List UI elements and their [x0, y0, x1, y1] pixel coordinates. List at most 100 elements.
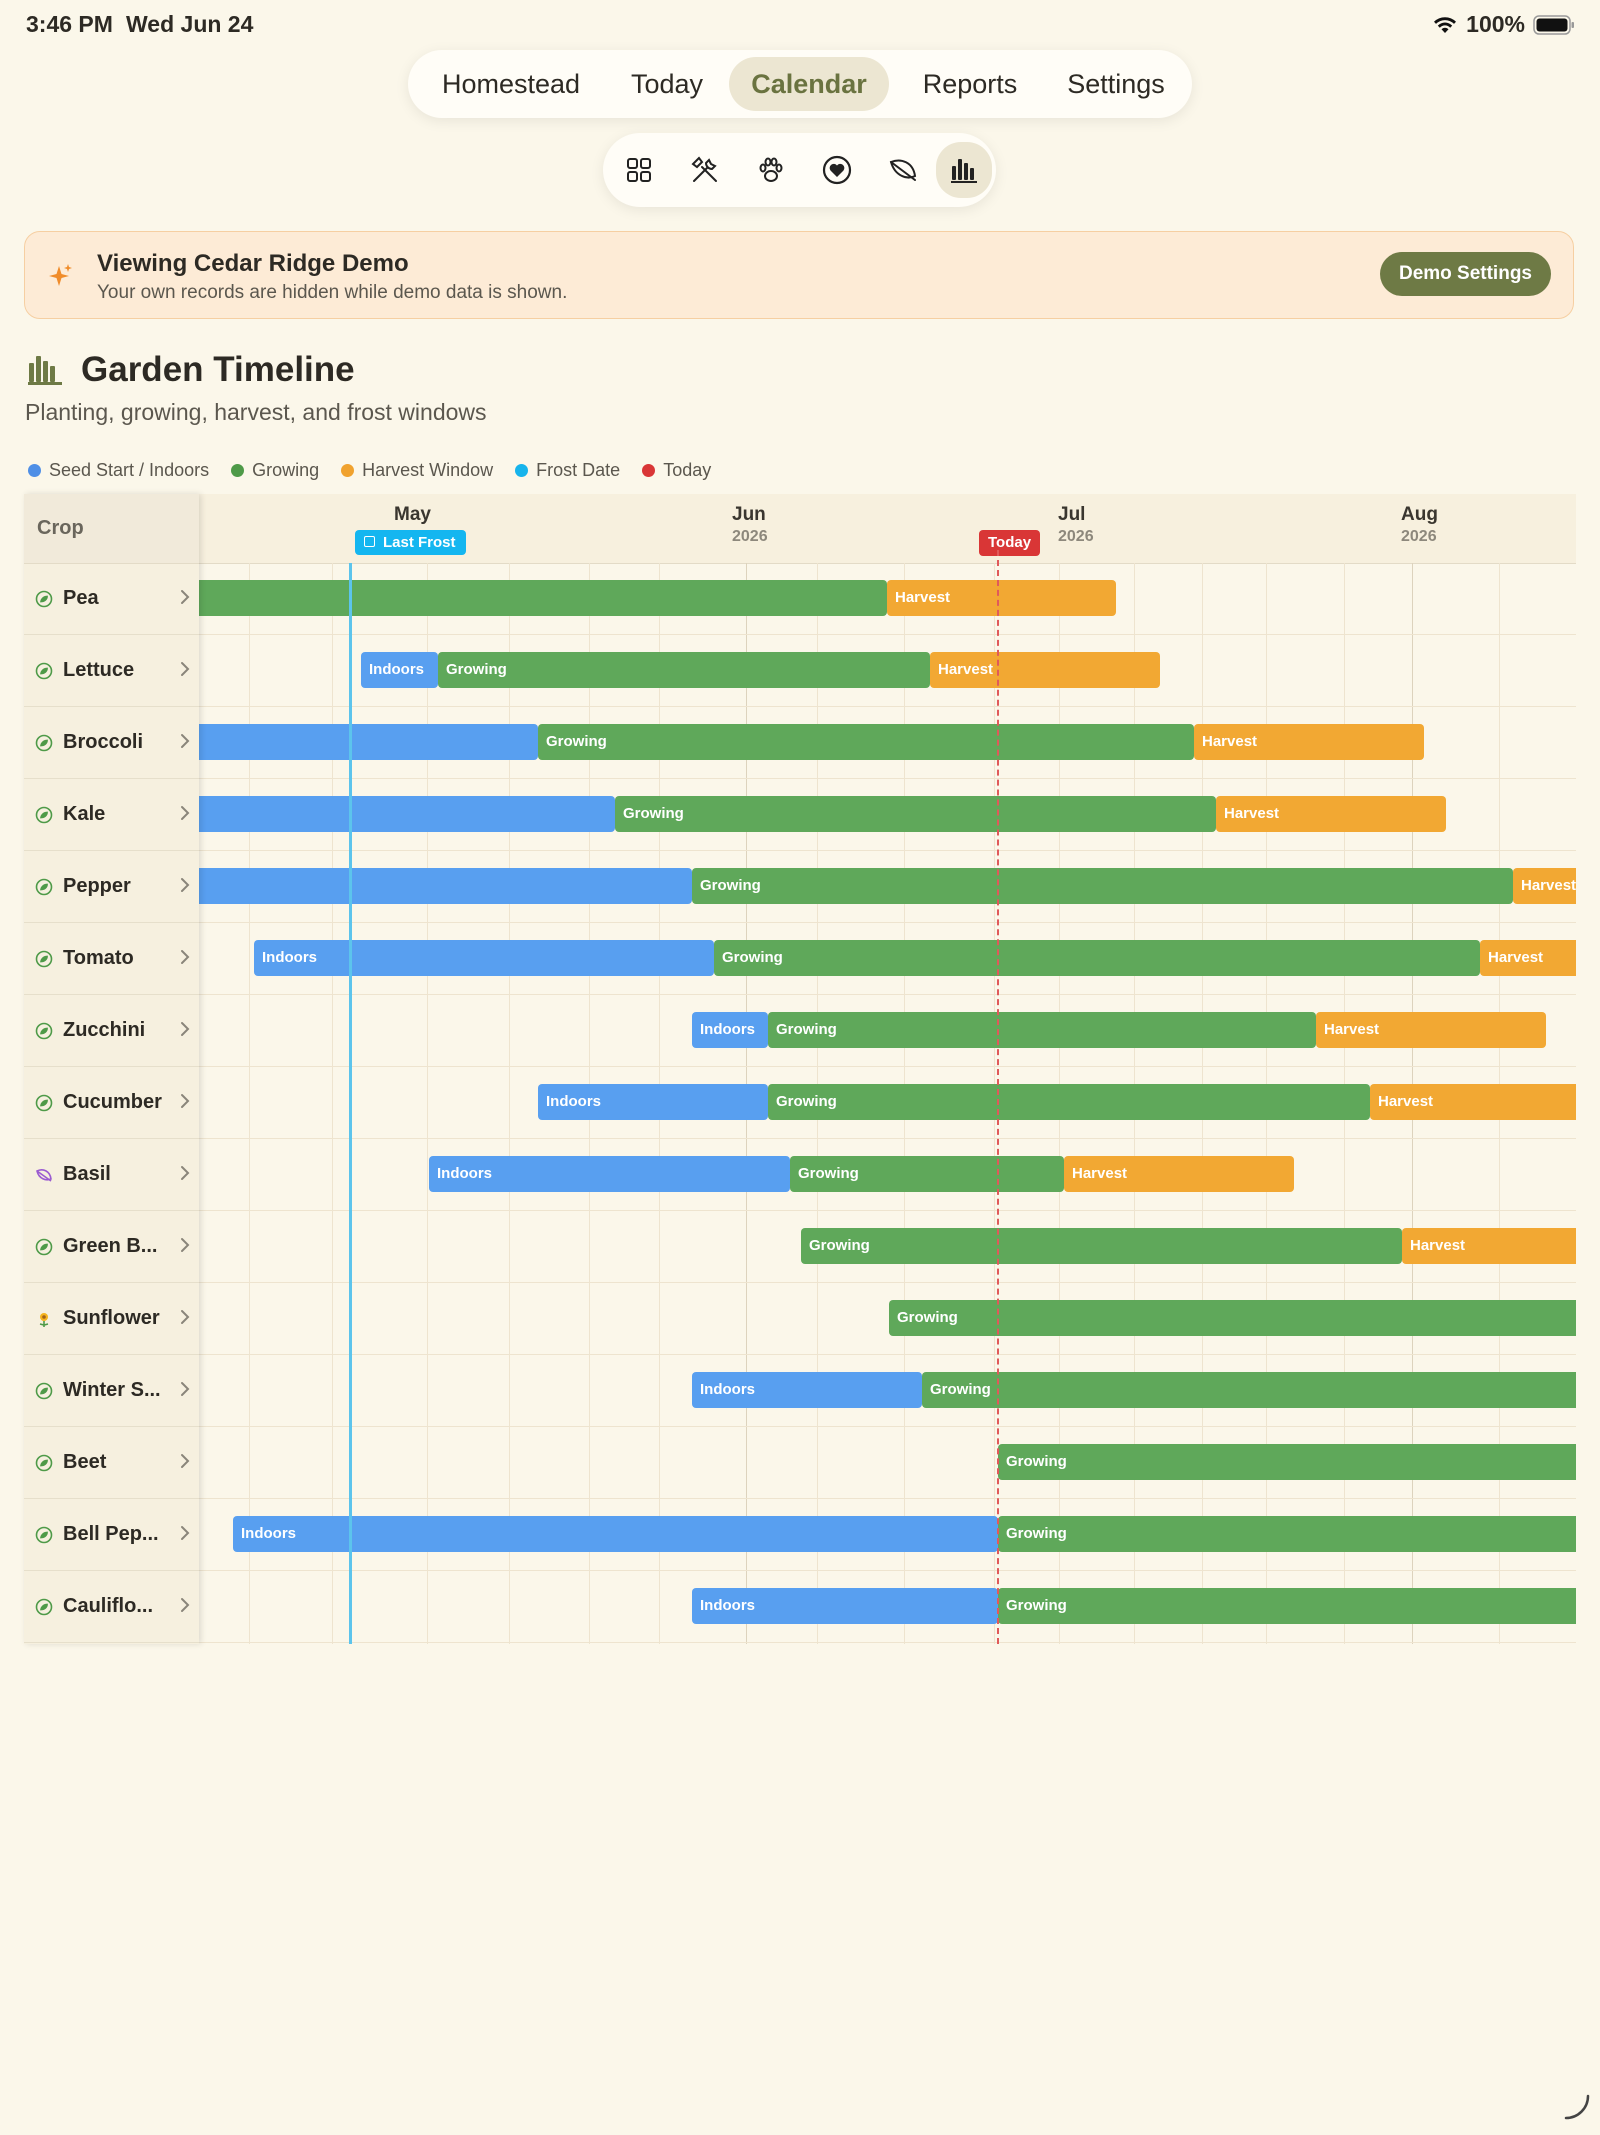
indoors-bar[interactable]: Indoors [692, 1012, 768, 1048]
harvest-bar[interactable]: Harvest [930, 652, 1160, 688]
frost-date-line [349, 563, 352, 1644]
indoors-bar[interactable]: Indoors [692, 1372, 922, 1408]
month-label: Aug [1401, 504, 1438, 525]
chevron-right-icon [179, 732, 191, 755]
indoors-bar[interactable]: Indoors [361, 652, 438, 688]
garden-timeline: Crop Pea Lettuce Broccoli Kale Pepper Tomato Z… [24, 494, 1576, 1644]
tab-homestead[interactable]: Homestead [422, 57, 600, 111]
growing-bar[interactable]: Growing [790, 1156, 1064, 1192]
harvest-bar[interactable]: Harvest [887, 580, 1116, 616]
growing-bar[interactable]: Growing [768, 1012, 1316, 1048]
growing-bar[interactable]: Growing [768, 1084, 1370, 1120]
legend-label: Seed Start / Indoors [49, 460, 210, 480]
crop-row[interactable]: Green B... [24, 1211, 199, 1283]
row-divider [199, 634, 1576, 635]
grid-icon[interactable] [614, 145, 664, 195]
tab-today[interactable]: Today [612, 57, 722, 111]
growing-bar[interactable]: Growing [998, 1516, 1576, 1552]
crop-row[interactable]: Pepper [24, 851, 199, 923]
growing-bar[interactable] [199, 580, 887, 616]
crop-row[interactable]: Cauliflo... [24, 1571, 199, 1643]
crop-name: Tomato [63, 947, 134, 969]
crop-name: Cucumber [63, 1091, 162, 1113]
crop-row[interactable]: Winter S... [24, 1355, 199, 1427]
resize-handle-icon [1562, 2092, 1592, 2127]
chevron-right-icon [179, 1020, 191, 1043]
indoors-bar[interactable] [199, 868, 692, 904]
last-frost-badge: Last Frost [355, 530, 466, 555]
row-divider [199, 1066, 1576, 1067]
legend-dot [28, 464, 41, 477]
frost-icon [364, 536, 375, 547]
harvest-bar[interactable]: Harvest [1216, 796, 1446, 832]
growing-bar[interactable]: Growing [998, 1588, 1576, 1624]
leaf-icon[interactable] [878, 145, 928, 195]
harvest-bar[interactable]: Harvest [1370, 1084, 1576, 1120]
crop-name: Green B... [63, 1235, 158, 1257]
tab-calendar[interactable]: Calendar [729, 57, 889, 111]
chart-icon[interactable] [936, 142, 992, 198]
growing-bar[interactable]: Growing [801, 1228, 1402, 1264]
row-divider [199, 778, 1576, 779]
crop-row[interactable]: Zucchini [24, 995, 199, 1067]
growing-bar[interactable]: Growing [692, 868, 1513, 904]
harvest-bar[interactable]: Harvest [1194, 724, 1424, 760]
crop-row[interactable]: Bell Pep... [24, 1499, 199, 1571]
crop-row[interactable]: Pea [24, 563, 199, 635]
crop-row[interactable]: Beet [24, 1427, 199, 1499]
status-date: Wed Jun 24 [126, 11, 254, 37]
row-divider [199, 1498, 1576, 1499]
harvest-bar[interactable]: Harvest [1064, 1156, 1294, 1192]
harvest-bar[interactable]: Harvest [1480, 940, 1576, 976]
chevron-right-icon [179, 948, 191, 971]
legend-dot [515, 464, 529, 477]
chevron-right-icon [179, 1380, 191, 1403]
status-time: 3:46 PM [26, 11, 113, 37]
crop-row[interactable]: Kale [24, 779, 199, 851]
crop-row[interactable]: Tomato [24, 923, 199, 995]
chevron-right-icon [179, 804, 191, 827]
indoors-bar[interactable]: Indoors [233, 1516, 998, 1552]
growing-bar[interactable]: Growing [538, 724, 1194, 760]
indoors-bar[interactable]: Indoors [429, 1156, 790, 1192]
growing-bar[interactable]: Growing [998, 1444, 1576, 1480]
chevron-right-icon [179, 1236, 191, 1259]
chevron-right-icon [179, 588, 191, 611]
crop-row[interactable]: Sunflower [24, 1283, 199, 1355]
growing-bar[interactable]: Growing [615, 796, 1216, 832]
row-divider [199, 706, 1576, 707]
heart-icon[interactable] [812, 145, 862, 195]
sprout-icon [35, 1382, 53, 1400]
indoors-bar[interactable] [199, 724, 538, 760]
crop-row[interactable]: Broccoli [24, 707, 199, 779]
month-year: 2026 [1058, 528, 1094, 545]
indoors-bar[interactable]: Indoors [254, 940, 714, 976]
sprout-icon [35, 1238, 53, 1256]
harvest-bar[interactable]: Harvest [1513, 868, 1576, 904]
crop-row[interactable]: Basil [24, 1139, 199, 1211]
month-label: May [394, 504, 431, 525]
indoors-bar[interactable]: Indoors [538, 1084, 768, 1120]
crop-row[interactable]: Lettuce [24, 635, 199, 707]
demo-settings-button[interactable]: Demo Settings [1379, 252, 1551, 296]
growing-bar[interactable]: Growing [438, 652, 930, 688]
tab-settings[interactable]: Settings [1051, 57, 1181, 111]
crop-row[interactable]: Cucumber [24, 1067, 199, 1139]
growing-bar[interactable]: Growing [714, 940, 1480, 976]
tab-reports[interactable]: Reports [901, 57, 1039, 111]
growing-bar[interactable]: Growing [889, 1300, 1576, 1336]
sprout-icon [35, 734, 53, 752]
indoors-bar[interactable] [199, 796, 615, 832]
harvest-bar[interactable]: Harvest [1402, 1228, 1576, 1264]
indoors-bar[interactable]: Indoors [692, 1588, 998, 1624]
page-title: Garden Timeline [81, 350, 355, 389]
growing-bar[interactable]: Growing [922, 1372, 1576, 1408]
sprout-icon [35, 662, 53, 680]
legend-dot [341, 464, 355, 477]
timeline-chart: May Jun 2026 Jul 2026 Aug 2026 Last Frost Today … [199, 494, 1576, 1644]
harvest-bar[interactable]: Harvest [1316, 1012, 1546, 1048]
tools-icon[interactable] [680, 145, 730, 195]
crop-name: Cauliflo... [63, 1595, 153, 1617]
top-tab-bar: Homestead Today Calendar Reports Setting… [408, 50, 1192, 118]
paw-icon[interactable] [746, 145, 796, 195]
